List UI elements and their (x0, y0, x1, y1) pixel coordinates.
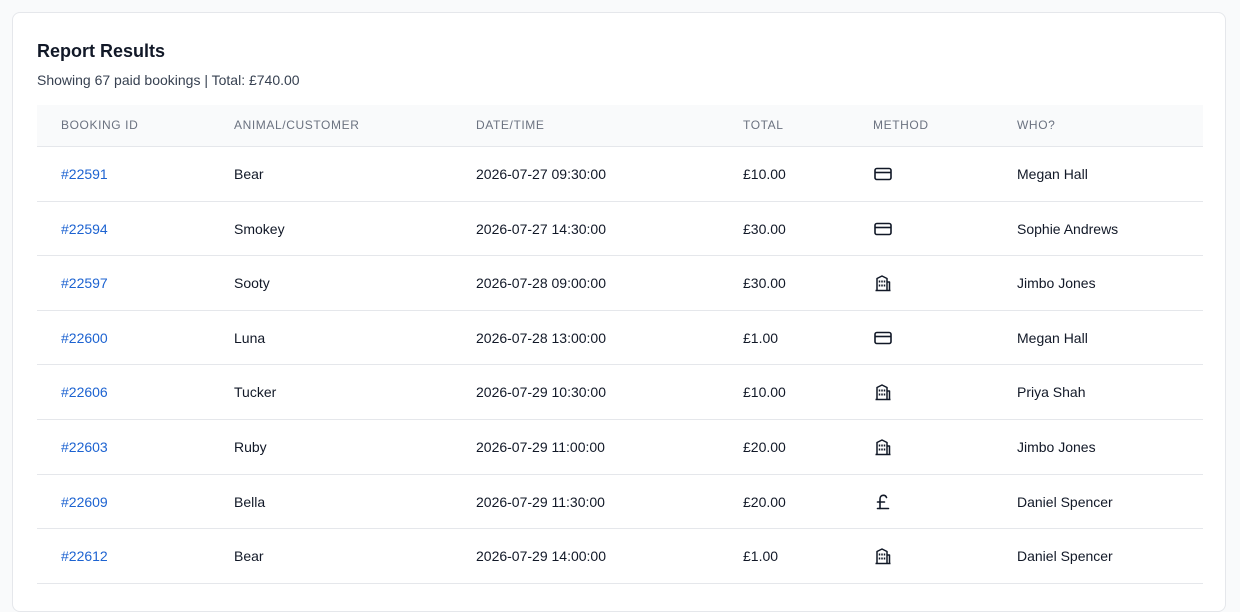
table-row: #22597 Sooty 2026-07-28 09:00:00 £30.00 Jimb… (37, 256, 1203, 311)
card-icon (873, 147, 893, 201)
building-icon (873, 529, 893, 583)
booking-total: £1.00 (743, 548, 779, 565)
animal-name: Tucker (234, 384, 277, 401)
booking-id-link[interactable]: #22597 (61, 256, 108, 310)
booking-datetime: 2026-07-29 11:30:00 (476, 493, 605, 510)
booking-total: £30.00 (743, 220, 786, 237)
animal-name: Ruby (234, 438, 267, 455)
header-who: WHO? (1017, 118, 1056, 132)
card-icon (873, 311, 893, 365)
header-method: METHOD (873, 118, 929, 132)
booking-total: £10.00 (743, 166, 786, 182)
booking-datetime: 2026-07-28 09:00:00 (476, 275, 606, 292)
animal-name: Luna (234, 329, 266, 346)
booking-datetime: 2026-07-29 10:30:00 (476, 384, 606, 401)
animal-name: Bear (234, 166, 264, 182)
pound-icon (873, 475, 893, 529)
header-animal-customer: ANIMAL/CUSTOMER (234, 118, 360, 132)
booking-datetime: 2026-07-29 14:00:00 (476, 548, 606, 565)
table-row: #22591 Bear 2026-07-27 09:30:00 £10.00 Megan… (37, 147, 1203, 202)
table-row: #22609 Bella 2026-07-29 11:30:00 £20.00 Dani… (37, 475, 1203, 530)
staff-name: Priya Shah (1017, 384, 1086, 401)
booking-total: £20.00 (743, 438, 786, 455)
staff-name: Jimbo Jones (1017, 438, 1096, 455)
card-icon (873, 202, 893, 256)
table-body: #22591 Bear 2026-07-27 09:30:00 £10.00 Megan… (37, 147, 1203, 584)
table-row: #22603 Ruby 2026-07-29 11:00:00 £20.00 Jimbo… (37, 420, 1203, 475)
booking-total: £30.00 (743, 275, 786, 292)
staff-name: Sophie Andrews (1017, 220, 1119, 237)
table-row: #22606 Tucker 2026-07-29 10:30:00 £10.00 Pri… (37, 365, 1203, 420)
staff-name: Megan Hall (1017, 329, 1088, 346)
booking-datetime: 2026-07-29 11:00:00 (476, 438, 605, 455)
staff-name: Daniel Spencer (1017, 548, 1113, 565)
header-booking-id: BOOKING ID (61, 118, 139, 132)
animal-name: Bella (234, 493, 266, 510)
booking-id-link[interactable]: #22609 (61, 475, 108, 529)
table-row: #22594 Smokey 2026-07-27 14:30:00 £30.00 Sop… (37, 202, 1203, 257)
table-header: BOOKING ID ANIMAL/CUSTOMER DATE/TIME TOT… (37, 105, 1203, 147)
booking-id-link[interactable]: #22606 (61, 365, 108, 419)
table-row: #22600 Luna 2026-07-28 13:00:00 £1.00 Megan … (37, 311, 1203, 366)
booking-id-link[interactable]: #22594 (61, 202, 108, 256)
header-total: TOTAL (743, 118, 784, 132)
table-row: #22612 Bear 2026-07-29 14:00:00 £1.00 Daniel… (37, 529, 1203, 584)
animal-name: Smokey (234, 220, 285, 237)
report-results-card: Report Results Showing 67 paid bookings … (12, 12, 1226, 612)
animal-name: Sooty (234, 275, 270, 292)
report-title: Report Results (37, 41, 166, 61)
booking-datetime: 2026-07-27 09:30:00 (476, 166, 606, 182)
staff-name: Daniel Spencer (1017, 493, 1113, 510)
booking-total: £1.00 (743, 329, 779, 346)
booking-total: £10.00 (743, 384, 786, 401)
booking-total: £20.00 (743, 493, 786, 510)
building-icon (873, 365, 893, 419)
booking-datetime: 2026-07-28 13:00:00 (476, 329, 606, 346)
booking-id-link[interactable]: #22600 (61, 311, 108, 365)
staff-name: Jimbo Jones (1017, 275, 1096, 292)
header-date-time: DATE/TIME (476, 118, 545, 132)
booking-id-link[interactable]: #22612 (61, 529, 108, 583)
building-icon (873, 256, 893, 310)
bookings-table: BOOKING ID ANIMAL/CUSTOMER DATE/TIME TOT… (37, 105, 1203, 584)
building-icon (873, 420, 893, 474)
animal-name: Bear (234, 548, 264, 565)
staff-name: Megan Hall (1017, 166, 1088, 182)
booking-datetime: 2026-07-27 14:30:00 (476, 220, 606, 237)
booking-id-link[interactable]: #22603 (61, 420, 108, 474)
report-summary: Showing 67 paid bookings | Total: £740.0… (37, 72, 300, 88)
booking-id-link[interactable]: #22591 (61, 147, 108, 201)
